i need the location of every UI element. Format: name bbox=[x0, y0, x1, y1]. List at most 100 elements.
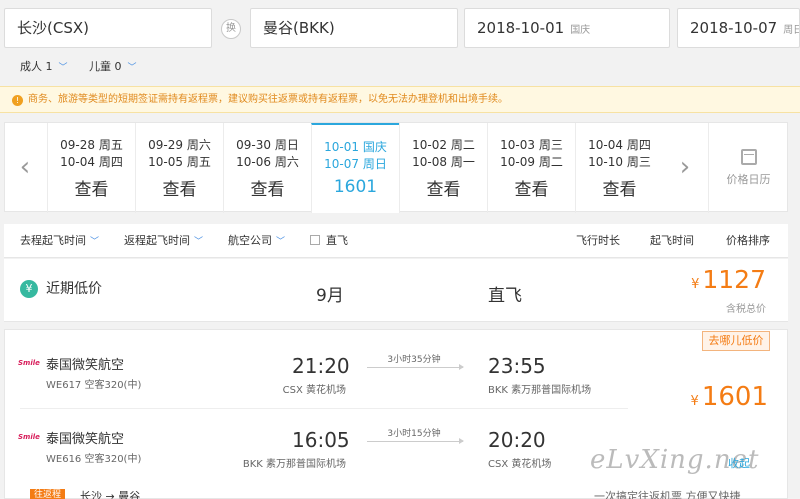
return-time-filter[interactable]: 返程起飞时间 ﹀ bbox=[124, 224, 203, 259]
adult-count-select[interactable]: 成人 1 ﹀ bbox=[20, 60, 68, 73]
flight-price: ¥1601 bbox=[691, 382, 768, 412]
date-go: 10-04 周四 bbox=[588, 138, 651, 152]
date-back: 10-10 周三 bbox=[588, 155, 651, 169]
filter-sort-bar: 去程起飞时间 ﹀ 返程起飞时间 ﹀ 航空公司 ﹀ 直飞 飞行时长 起飞时间 价格排序 bbox=[4, 224, 788, 258]
checkbox-icon bbox=[310, 235, 320, 245]
collapse-link[interactable]: 收起 bbox=[728, 455, 750, 471]
date-go: 09-29 周六 bbox=[148, 138, 211, 152]
date-price: 查看 bbox=[74, 180, 109, 200]
date-back: 10-08 周一 bbox=[412, 155, 475, 169]
date-option[interactable]: 09-29 周六 10-05 周五 查看 bbox=[135, 123, 223, 213]
departure-time: 16:05 bbox=[292, 428, 350, 452]
date-price: 查看 bbox=[514, 180, 549, 200]
return-time-label: 返程起飞时间 bbox=[124, 234, 190, 247]
date-go: 09-28 周五 bbox=[60, 138, 123, 152]
prev-dates-arrow-icon[interactable]: ‹ bbox=[5, 123, 45, 213]
date-back: 10-05 周五 bbox=[148, 155, 211, 169]
date-back: 10-09 周二 bbox=[500, 155, 563, 169]
return-date-input[interactable]: 2018-10-07 周日 bbox=[677, 8, 800, 48]
child-count-label: 儿童 0 bbox=[89, 60, 122, 73]
date-go: 10-02 周二 bbox=[412, 138, 475, 152]
departure-city-input[interactable]: 长沙(CSX) bbox=[4, 8, 212, 48]
date-back: 10-04 周四 bbox=[60, 155, 123, 169]
price-calendar-label: 价格日历 bbox=[726, 173, 771, 186]
outbound-time-label: 去程起飞时间 bbox=[20, 234, 86, 247]
warning-icon: ! bbox=[12, 95, 23, 106]
date-back: 10-06 周六 bbox=[236, 155, 299, 169]
date-price: 1601 bbox=[333, 177, 378, 197]
price-calendar-button[interactable]: 价格日历 bbox=[708, 123, 788, 213]
next-dates-arrow-icon[interactable]: › bbox=[665, 123, 705, 213]
bottom-promo-text: 一次搞定往返机票 方便又快捷 bbox=[594, 490, 741, 499]
departure-airport: BKK 素万那普国际机场 bbox=[242, 459, 346, 470]
arrival-city-input[interactable]: 曼谷(BKK) bbox=[250, 8, 458, 48]
direct-only-checkbox[interactable]: 直飞 bbox=[310, 224, 348, 258]
currency-symbol: ¥ bbox=[690, 394, 699, 409]
depart-date-value: 2018-10-01 bbox=[477, 19, 565, 37]
low-price-type: 直飞 bbox=[488, 286, 522, 306]
duration-arrow-icon bbox=[367, 364, 464, 370]
low-price-amount: ¥1127 bbox=[691, 265, 766, 294]
chevron-down-icon: ﹀ bbox=[58, 63, 68, 73]
airline-logo-icon: Smile bbox=[18, 359, 40, 367]
date-option[interactable]: 10-02 周二 10-08 周一 查看 bbox=[399, 123, 487, 213]
date-go: 09-30 周日 bbox=[236, 138, 299, 152]
outbound-time-filter[interactable]: 去程起飞时间 ﹀ bbox=[20, 224, 99, 259]
arrival-airport: BKK 素万那普国际机场 bbox=[488, 385, 592, 396]
date-price: 查看 bbox=[426, 180, 461, 200]
sort-price[interactable]: 价格排序 bbox=[726, 224, 770, 258]
direct-only-label: 直飞 bbox=[326, 234, 348, 247]
round-trip-tag: 往返程 bbox=[30, 489, 66, 499]
low-price-value: 1127 bbox=[702, 265, 766, 294]
date-option[interactable]: 09-30 周日 10-06 周六 查看 bbox=[223, 123, 311, 213]
departure-city-value: 长沙(CSX) bbox=[17, 19, 89, 37]
departure-time: 21:20 bbox=[292, 354, 350, 378]
low-price-label: 近期低价 bbox=[46, 281, 102, 297]
leg-divider bbox=[20, 408, 628, 409]
calendar-icon bbox=[740, 149, 757, 165]
lowest-price-badge: 去哪儿低价 bbox=[702, 331, 770, 351]
arrival-time: 20:20 bbox=[488, 428, 546, 452]
low-price-month: 9月 bbox=[316, 286, 344, 306]
date-strip: ‹ 09-28 周五 10-04 周四 查看 09-29 周六 10-05 周五… bbox=[4, 122, 788, 213]
date-option[interactable]: 10-04 周四 10-10 周三 查看 bbox=[575, 123, 663, 213]
flight-duration: 3小时35分钟 bbox=[387, 355, 441, 365]
date-go: 10-03 周三 bbox=[500, 138, 563, 152]
date-price: 查看 bbox=[250, 180, 285, 200]
airline-logo-icon: Smile bbox=[18, 433, 40, 441]
date-option[interactable]: 09-28 周五 10-04 周四 查看 bbox=[47, 123, 135, 213]
swap-cities-button[interactable]: 换 bbox=[221, 19, 241, 39]
flight-price-value: 1601 bbox=[701, 382, 768, 412]
duration-arrow-icon bbox=[367, 438, 464, 444]
date-go: 10-01 国庆 bbox=[324, 140, 387, 154]
date-option-selected[interactable]: 10-01 国庆 10-07 周日 1601 bbox=[311, 123, 399, 213]
return-date-note: 周日 bbox=[783, 25, 799, 36]
departure-airport: CSX 黄花机场 bbox=[282, 385, 346, 396]
visa-notice: ! 商务、旅游等类型的短期签证需持有返程票，建议购买往返票或持有返程票，以免无法办… bbox=[0, 86, 800, 113]
airline-filter-label: 航空公司 bbox=[228, 234, 272, 247]
sort-duration[interactable]: 飞行时长 bbox=[576, 224, 620, 258]
chevron-down-icon: ﹀ bbox=[194, 237, 204, 247]
date-back: 10-07 周日 bbox=[324, 157, 387, 171]
airline-name: 泰国微笑航空 bbox=[46, 432, 125, 447]
depart-date-input[interactable]: 2018-10-01 国庆 bbox=[464, 8, 670, 48]
depart-date-note: 国庆 bbox=[570, 25, 591, 36]
yuan-icon: ¥ bbox=[20, 280, 38, 298]
arrival-city-value: 曼谷(BKK) bbox=[263, 19, 335, 37]
outbound-leg: Smile 泰国微笑航空 WE617 空客320(中) 21:20 CSX 黄花… bbox=[4, 354, 624, 414]
flight-number: WE617 空客320(中) bbox=[46, 380, 142, 391]
child-count-select[interactable]: 儿童 0 ﹀ bbox=[89, 60, 137, 73]
search-bar: 长沙(CSX) 换 曼谷(BKK) 2018-10-01 国庆 2018-10-0… bbox=[0, 0, 800, 56]
flight-duration: 3小时15分钟 bbox=[387, 429, 441, 439]
notice-text: 商务、旅游等类型的短期签证需持有返程票，建议购买往返票或持有返程票，以免无法办理… bbox=[28, 94, 508, 105]
bottom-route: 长沙 → 曼谷 bbox=[80, 490, 141, 499]
airline-filter[interactable]: 航空公司 ﹀ bbox=[228, 224, 285, 259]
currency-symbol: ¥ bbox=[691, 277, 700, 292]
sort-departure[interactable]: 起飞时间 bbox=[650, 224, 694, 258]
arrival-time: 23:55 bbox=[488, 354, 546, 378]
date-price: 查看 bbox=[602, 180, 637, 200]
airline-name: 泰国微笑航空 bbox=[46, 358, 125, 373]
recent-low-price-row[interactable]: ¥ 近期低价 9月 直飞 ¥1127 含税总价 bbox=[4, 259, 788, 322]
adult-count-label: 成人 1 bbox=[20, 60, 53, 73]
date-option[interactable]: 10-03 周三 10-09 周二 查看 bbox=[487, 123, 575, 213]
